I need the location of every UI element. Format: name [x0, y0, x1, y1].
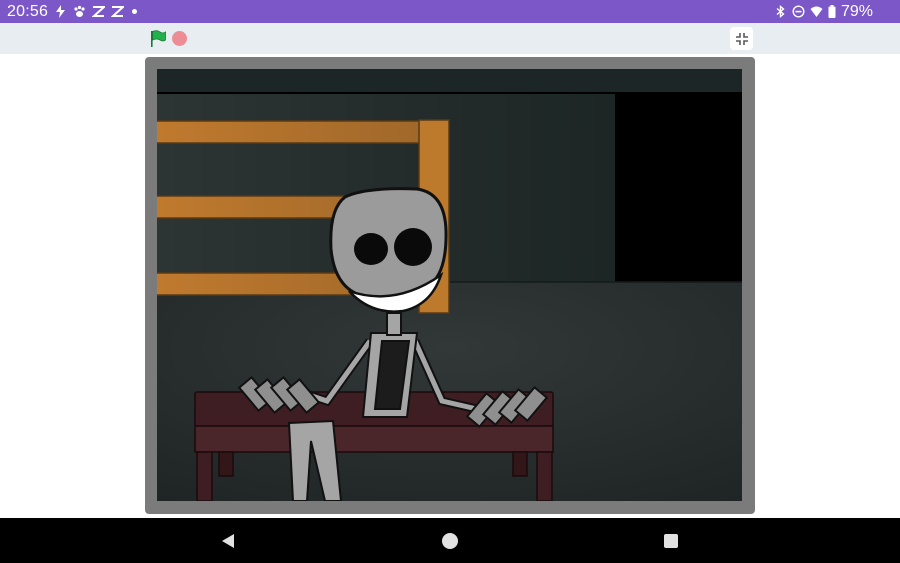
- back-icon: [222, 534, 234, 548]
- paw-icon: [73, 5, 86, 18]
- capcut-icon: [92, 5, 106, 18]
- status-bar: 20:56 79%: [0, 0, 900, 23]
- back-button[interactable]: [220, 533, 236, 549]
- green-flag-icon: [151, 30, 166, 47]
- home-button[interactable]: [442, 533, 458, 549]
- battery-icon: [828, 5, 836, 18]
- ceiling: [157, 69, 742, 93]
- battery-percentage: 79%: [840, 2, 873, 20]
- doorway: [615, 94, 742, 282]
- capcut-icon: [111, 5, 125, 18]
- exit-fullscreen-icon: [735, 32, 748, 45]
- bolt-icon: [54, 5, 67, 18]
- green-flag-button[interactable]: [148, 29, 168, 49]
- status-time: 20:56: [7, 2, 49, 20]
- stop-button[interactable]: [172, 31, 187, 46]
- wifi-icon: [810, 5, 823, 18]
- bluetooth-icon: [774, 5, 787, 18]
- dot-icon: [132, 9, 138, 14]
- status-left: 20:56: [7, 0, 138, 23]
- stage-scene: [157, 69, 742, 501]
- exit-fullscreen-button[interactable]: [730, 27, 753, 50]
- recents-button[interactable]: [664, 534, 678, 548]
- status-right: 79%: [774, 0, 873, 23]
- stage-toolbar: [0, 23, 900, 54]
- do-not-disturb-icon: [792, 5, 805, 18]
- stage[interactable]: [157, 69, 742, 501]
